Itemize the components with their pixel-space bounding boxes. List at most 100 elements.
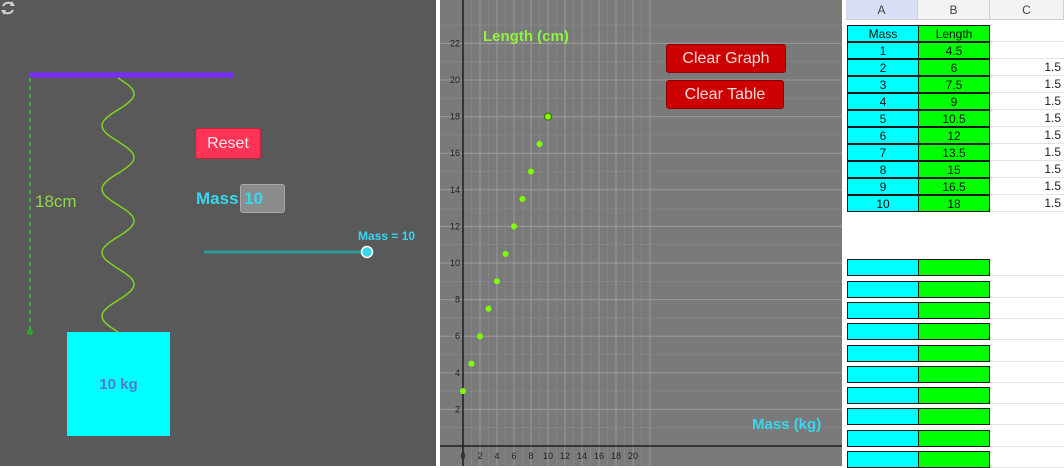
- cell-difference[interactable]: 1.5: [990, 161, 1064, 178]
- x-tick-label: 2: [477, 451, 482, 461]
- cell-empty[interactable]: [918, 280, 990, 298]
- column-header-a[interactable]: A: [846, 0, 918, 20]
- data-point: [528, 168, 534, 175]
- cell-empty[interactable]: [990, 302, 1064, 319]
- cell-mass[interactable]: 9: [847, 178, 919, 195]
- y-tick-label: 8: [455, 295, 460, 305]
- cell-length[interactable]: 4.5: [918, 42, 990, 59]
- data-point: [511, 223, 517, 230]
- x-tick-label: 10: [543, 451, 553, 461]
- cell-length[interactable]: 15: [918, 161, 990, 178]
- x-axis-label: Mass (kg): [752, 416, 822, 433]
- cell-empty[interactable]: [990, 281, 1064, 298]
- y-tick-label: 4: [455, 368, 460, 378]
- cell-length[interactable]: 7.5: [918, 76, 990, 93]
- cell-a-header[interactable]: Mass: [847, 25, 919, 42]
- cell-empty[interactable]: [847, 451, 919, 468]
- cell-empty[interactable]: [918, 301, 990, 319]
- cell-mass[interactable]: 7: [847, 144, 919, 161]
- hanging-mass[interactable]: 10 kg: [67, 332, 170, 436]
- x-tick-label: 20: [628, 451, 638, 461]
- cell-empty[interactable]: [990, 387, 1064, 405]
- cell-empty[interactable]: [847, 408, 919, 426]
- x-tick-label: 12: [560, 451, 570, 461]
- cell-empty[interactable]: [918, 429, 990, 447]
- cell-difference[interactable]: 1.5: [990, 110, 1064, 127]
- cell-empty[interactable]: [847, 387, 919, 405]
- x-tick-label: 14: [577, 451, 587, 461]
- cell-mass[interactable]: 8: [847, 161, 919, 178]
- cell-length[interactable]: 6: [918, 59, 990, 76]
- y-tick-label: 22: [450, 38, 460, 48]
- cell-empty[interactable]: [918, 408, 990, 426]
- mass-input[interactable]: [240, 184, 285, 213]
- reset-button[interactable]: Reset: [195, 128, 261, 159]
- cell-empty[interactable]: [918, 387, 990, 405]
- cell-length[interactable]: 16.5: [918, 178, 990, 195]
- cell-difference[interactable]: 1.5: [990, 195, 1064, 212]
- cell-empty[interactable]: [990, 259, 1064, 277]
- clear-graph-button[interactable]: Clear Graph: [666, 44, 786, 73]
- clear-table-button[interactable]: Clear Table: [666, 80, 784, 109]
- cell-mass[interactable]: 5: [847, 110, 919, 127]
- x-tick-label: 6: [511, 451, 516, 461]
- cell-empty[interactable]: [990, 451, 1064, 468]
- y-tick-label: 16: [450, 148, 460, 158]
- data-point: [519, 195, 526, 202]
- cell-empty[interactable]: [847, 323, 919, 341]
- cell-difference[interactable]: 1.5: [990, 127, 1064, 144]
- cell-length[interactable]: 9: [918, 93, 990, 110]
- cell-empty[interactable]: [918, 323, 990, 341]
- cell-mass[interactable]: 4: [847, 93, 919, 110]
- column-header-b[interactable]: B: [918, 0, 990, 20]
- column-header-c[interactable]: C: [990, 0, 1064, 20]
- data-point: [494, 278, 500, 285]
- cell-difference[interactable]: 1.5: [990, 76, 1064, 93]
- cell-empty[interactable]: [918, 451, 990, 468]
- data-point: [468, 360, 475, 367]
- cell-empty[interactable]: [847, 429, 919, 447]
- cell-empty[interactable]: [847, 259, 919, 277]
- mass-slider-handle[interactable]: [360, 245, 374, 259]
- mass-label: Mass: [196, 189, 239, 208]
- cell-length[interactable]: 13.5: [918, 144, 990, 161]
- cell-mass[interactable]: 6: [847, 127, 919, 144]
- cell-difference[interactable]: 1.5: [990, 93, 1064, 110]
- cell-length[interactable]: 18: [918, 195, 990, 212]
- cell-length[interactable]: 10.5: [918, 110, 990, 127]
- cell-empty[interactable]: [990, 345, 1064, 362]
- cell-empty[interactable]: [918, 365, 990, 383]
- cell-mass[interactable]: 10: [847, 195, 919, 212]
- cell-length[interactable]: 12: [918, 127, 990, 144]
- cell-difference[interactable]: [990, 42, 1064, 59]
- cell-empty[interactable]: [847, 365, 919, 383]
- data-point: [485, 305, 492, 312]
- cell-mass[interactable]: 3: [847, 76, 919, 93]
- refresh-icon[interactable]: [0, 0, 16, 16]
- x-tick-label: 16: [594, 451, 604, 461]
- cell-mass[interactable]: 2: [847, 59, 919, 76]
- cell-difference[interactable]: 1.5: [990, 59, 1064, 76]
- cell-empty[interactable]: [990, 408, 1064, 426]
- data-point: [477, 333, 483, 340]
- cell-c[interactable]: [990, 25, 1064, 42]
- cell-empty[interactable]: [990, 366, 1064, 383]
- spring-length-label: 18cm: [35, 192, 77, 211]
- cell-b-header[interactable]: Length: [918, 25, 990, 42]
- y-tick-label: 18: [450, 112, 460, 122]
- data-point: [460, 388, 466, 395]
- cell-empty[interactable]: [918, 344, 990, 362]
- cell-empty[interactable]: [990, 323, 1064, 341]
- x-tick-label: 8: [528, 451, 533, 461]
- y-tick-label: 14: [450, 185, 460, 195]
- cell-empty[interactable]: [847, 280, 919, 298]
- cell-empty[interactable]: [990, 430, 1064, 447]
- simulation-panel: 18cm Reset Mass Mass = 10 10 kg: [0, 0, 436, 466]
- cell-difference[interactable]: 1.5: [990, 144, 1064, 161]
- cell-empty[interactable]: [847, 344, 919, 362]
- cell-empty[interactable]: [918, 259, 990, 277]
- length-guide-end: [27, 329, 33, 335]
- cell-empty[interactable]: [847, 301, 919, 319]
- cell-difference[interactable]: 1.5: [990, 178, 1064, 195]
- cell-mass[interactable]: 1: [847, 42, 919, 59]
